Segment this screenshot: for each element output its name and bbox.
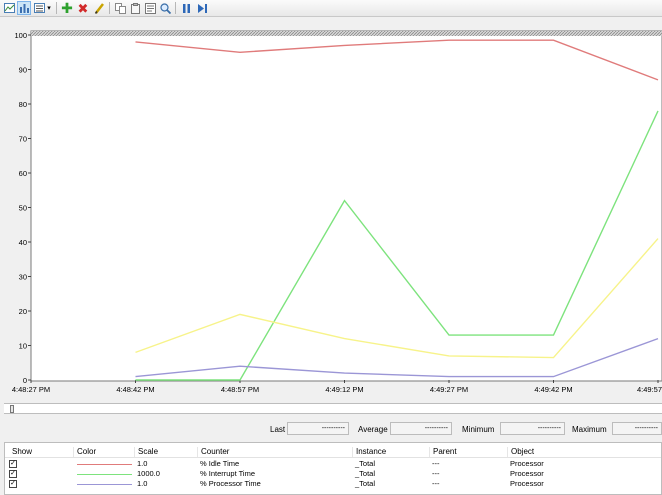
plot-top-border: [31, 31, 662, 36]
column-parent[interactable]: Parent: [429, 447, 457, 457]
maximum-value: ----------: [612, 422, 662, 435]
object-cell: Processor: [510, 469, 544, 478]
highlight-icon[interactable]: [92, 1, 106, 15]
y-tick-label: 40: [19, 238, 27, 247]
average-label: Average: [358, 425, 388, 434]
show-checkbox[interactable]: ✓: [9, 460, 17, 468]
object-cell: Processor: [510, 479, 544, 488]
y-tick-label: 70: [19, 135, 27, 144]
add-counter-icon[interactable]: ✚: [60, 1, 74, 15]
toolbar-separator: [56, 2, 57, 14]
show-checkbox[interactable]: ✓: [9, 470, 17, 478]
line-chart: 1009080706050403020100 4:48:27 PM 4:48:42…: [12, 30, 662, 394]
column-object[interactable]: Object: [507, 447, 534, 457]
x-tick-label: 4:48:27 PM: [12, 385, 50, 394]
counter-row[interactable]: ✓ 1.0 % Processor Time _Total --- Proces…: [5, 479, 661, 489]
last-label: Last: [270, 425, 286, 434]
scale-cell: 1.0: [137, 459, 148, 468]
y-tick-label: 10: [19, 342, 27, 351]
freeze-display-icon[interactable]: [179, 1, 193, 15]
parent-cell: ---: [432, 459, 440, 468]
instance-cell: _Total: [355, 479, 376, 488]
properties-icon[interactable]: [143, 1, 157, 15]
x-tick-label: 4:48:42 PM: [116, 385, 154, 394]
y-tick-label: 20: [19, 307, 27, 316]
statistics-bar: Last ---------- Average ---------- Minim…: [0, 420, 662, 438]
x-tick-label: 4:49:42 PM: [534, 385, 572, 394]
x-tick-label: 4:49:57: [637, 385, 662, 394]
instance-cell: _Total: [355, 469, 376, 478]
plot-area: [30, 30, 662, 382]
x-tick-label: 4:48:57 PM: [221, 385, 259, 394]
y-tick-label: 80: [19, 100, 27, 109]
scale-cell: 1000.0: [137, 469, 160, 478]
counter-list-header: Show Color Scale Counter Instance Parent…: [5, 443, 661, 458]
view-report-icon[interactable]: [32, 1, 46, 15]
object-cell: Processor: [510, 459, 544, 468]
dropdown-arrow-icon[interactable]: ▾: [45, 1, 53, 15]
counter-cell: % Idle Time: [200, 459, 240, 468]
counter-list[interactable]: Show Color Scale Counter Instance Parent…: [4, 442, 662, 495]
maximum-label: Maximum: [572, 425, 607, 434]
counter-row[interactable]: ✓ 1.0 % Idle Time _Total --- Processor: [5, 459, 661, 469]
minimum-value: ----------: [500, 422, 565, 435]
zoom-icon[interactable]: [158, 1, 172, 15]
y-tick-label: 0: [23, 376, 27, 385]
column-color[interactable]: Color: [73, 447, 96, 457]
paste-counter-list-icon[interactable]: [128, 1, 142, 15]
toolbar-separator: [175, 2, 176, 14]
minimum-label: Minimum: [462, 425, 495, 434]
copy-properties-icon[interactable]: [113, 1, 127, 15]
update-data-icon[interactable]: [195, 1, 209, 15]
view-histogram-icon[interactable]: [17, 1, 31, 15]
column-instance[interactable]: Instance: [352, 447, 386, 457]
counter-row[interactable]: ✓ 1000.0 % Interrupt Time _Total --- Pro…: [5, 469, 661, 479]
parent-cell: ---: [432, 469, 440, 478]
color-swatch: [77, 474, 132, 475]
y-axis: 1009080706050403020100: [14, 31, 31, 385]
column-scale[interactable]: Scale: [134, 447, 158, 457]
color-swatch: [77, 484, 132, 485]
parent-cell: ---: [432, 479, 440, 488]
counter-cell: % Interrupt Time: [200, 469, 256, 478]
y-tick-label: 60: [19, 169, 27, 178]
average-value: ----------: [390, 422, 452, 435]
show-checkbox[interactable]: ✓: [9, 480, 17, 488]
y-tick-label: 50: [19, 204, 27, 213]
y-tick-label: 30: [19, 273, 27, 282]
y-tick-label: 100: [14, 31, 27, 40]
graph-panel: 100 90 80 70 60 50 40 30 20 10 0 4:48:27 PM 4:48:42…: [0, 17, 662, 397]
scrollbar-thumb[interactable]: [10, 405, 14, 413]
toolbar-separator: [109, 2, 110, 14]
x-tick-label: 4:49:27 PM: [430, 385, 468, 394]
y-tick-label: 90: [19, 66, 27, 75]
color-swatch: [77, 464, 132, 465]
column-counter[interactable]: Counter: [197, 447, 229, 457]
instance-cell: _Total: [355, 459, 376, 468]
toolbar: ▾ ✚ ✖: [0, 0, 662, 17]
scale-cell: 1.0: [137, 479, 148, 488]
x-tick-label: 4:49:12 PM: [325, 385, 363, 394]
delete-counter-icon[interactable]: ✖: [76, 1, 90, 15]
column-show[interactable]: Show: [9, 447, 32, 457]
counter-cell: % Processor Time: [200, 479, 261, 488]
view-graph-icon[interactable]: [2, 1, 16, 15]
last-value: ----------: [287, 422, 349, 435]
time-scrollbar[interactable]: [4, 403, 662, 414]
x-axis: 4:48:27 PM 4:48:42 PM 4:48:57 PM 4:49:12 PM…: [12, 380, 662, 394]
